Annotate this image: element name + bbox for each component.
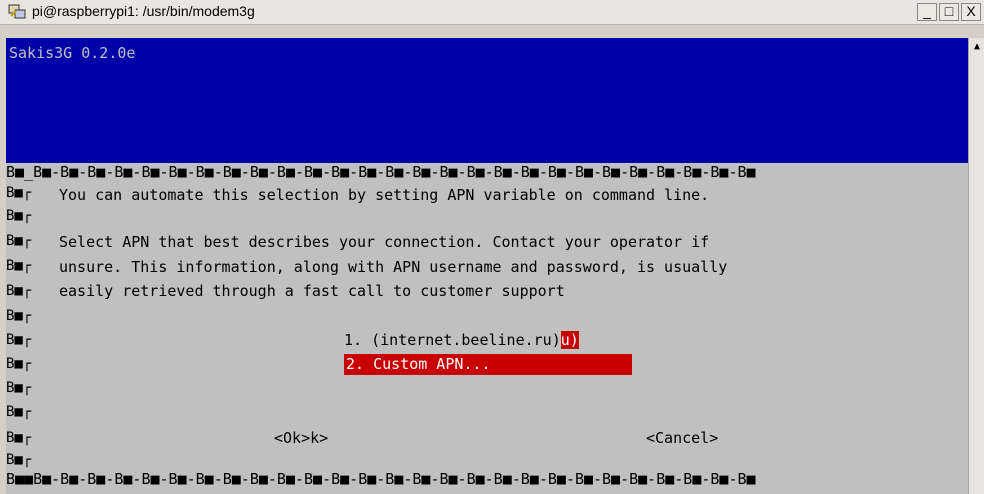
menu-item-beeline[interactable]: 1. (internet.beeline.ru)u): [344, 330, 579, 350]
terminal-window: pi@raspberrypi1: /usr/bin/modem3g _ □ X …: [0, 0, 984, 494]
cancel-button[interactable]: <Cancel>: [646, 428, 718, 448]
scroll-up-arrow-icon[interactable]: ▲: [969, 38, 984, 56]
left-border-marker: B■┌: [6, 332, 32, 348]
info-text-line: unsure. This information, along with APN…: [59, 258, 728, 276]
minimize-button[interactable]: _: [917, 3, 937, 21]
left-border-marker: B■┌: [6, 404, 32, 420]
menu-item-label: 1. (internet.beeline.ru): [344, 331, 561, 349]
dialog-border-top: B■_B■-B■-B■-B■-B■-B■-B■-B■-B■-B■-B■-B■-B…: [6, 163, 968, 181]
dialog-border-bottom: B■■B■-B■-B■-B■-B■-B■-B■-B■-B■-B■-B■-B■-B…: [6, 470, 968, 488]
left-border-marker: B■┌: [6, 185, 32, 201]
info-text-line: Select APN that best describes your conn…: [59, 233, 710, 251]
left-border-marker: B■┌: [6, 208, 32, 224]
left-border-marker: B■┌: [6, 308, 32, 324]
left-border-marker: B■┌: [6, 233, 32, 249]
info-text-line: You can automate this selection by setti…: [59, 186, 710, 204]
terminal-screen[interactable]: Sakis3G 0.2.0e B■_B■-B■-B■-B■-B■-B■-B■-B…: [6, 38, 968, 494]
maximize-button[interactable]: □: [939, 3, 959, 21]
title-bar[interactable]: pi@raspberrypi1: /usr/bin/modem3g _ □ X: [0, 0, 984, 25]
close-button[interactable]: X: [961, 3, 981, 21]
menu-item-custom-apn[interactable]: 2. Custom APN...: [344, 354, 632, 375]
ok-button[interactable]: <Ok>k>: [274, 428, 328, 448]
app-title: Sakis3G 0.2.0e: [9, 44, 136, 62]
header-band: Sakis3G 0.2.0e: [6, 38, 968, 163]
left-border-marker: B■┌: [6, 258, 32, 274]
left-border-marker: B■┌: [6, 380, 32, 396]
vertical-scrollbar[interactable]: ▲: [968, 38, 984, 494]
left-border-marker: B■┌: [6, 430, 32, 446]
menu-item-hotkey: u): [560, 331, 579, 349]
left-border-marker: B■┌: [6, 452, 32, 468]
putty-icon: [8, 4, 26, 20]
window-title: pi@raspberrypi1: /usr/bin/modem3g: [32, 3, 255, 19]
info-text-line: easily retrieved through a fast call to …: [59, 282, 565, 300]
left-border-marker: B■┌: [6, 356, 32, 372]
left-border-marker: B■┌: [6, 283, 32, 299]
